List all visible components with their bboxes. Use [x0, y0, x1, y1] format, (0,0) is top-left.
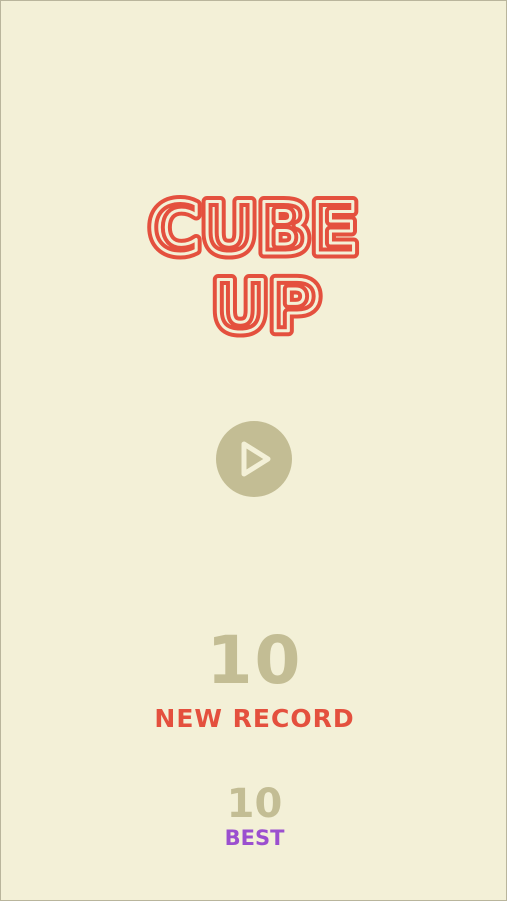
game-screen: CUBE CUBE UP UP 10 NEW RECORD 10 BEST [0, 0, 507, 901]
new-record-label: NEW RECORD [154, 704, 355, 733]
title-line-1-inline: CUBE [149, 188, 358, 270]
play-icon [241, 441, 271, 477]
best-score: 10 [226, 781, 283, 827]
best-label: BEST [224, 826, 285, 850]
game-title: CUBE CUBE UP UP [144, 183, 364, 352]
current-score: 10 [206, 622, 303, 699]
title-line-2-inline: UP [212, 266, 320, 348]
play-button[interactable] [216, 421, 292, 497]
